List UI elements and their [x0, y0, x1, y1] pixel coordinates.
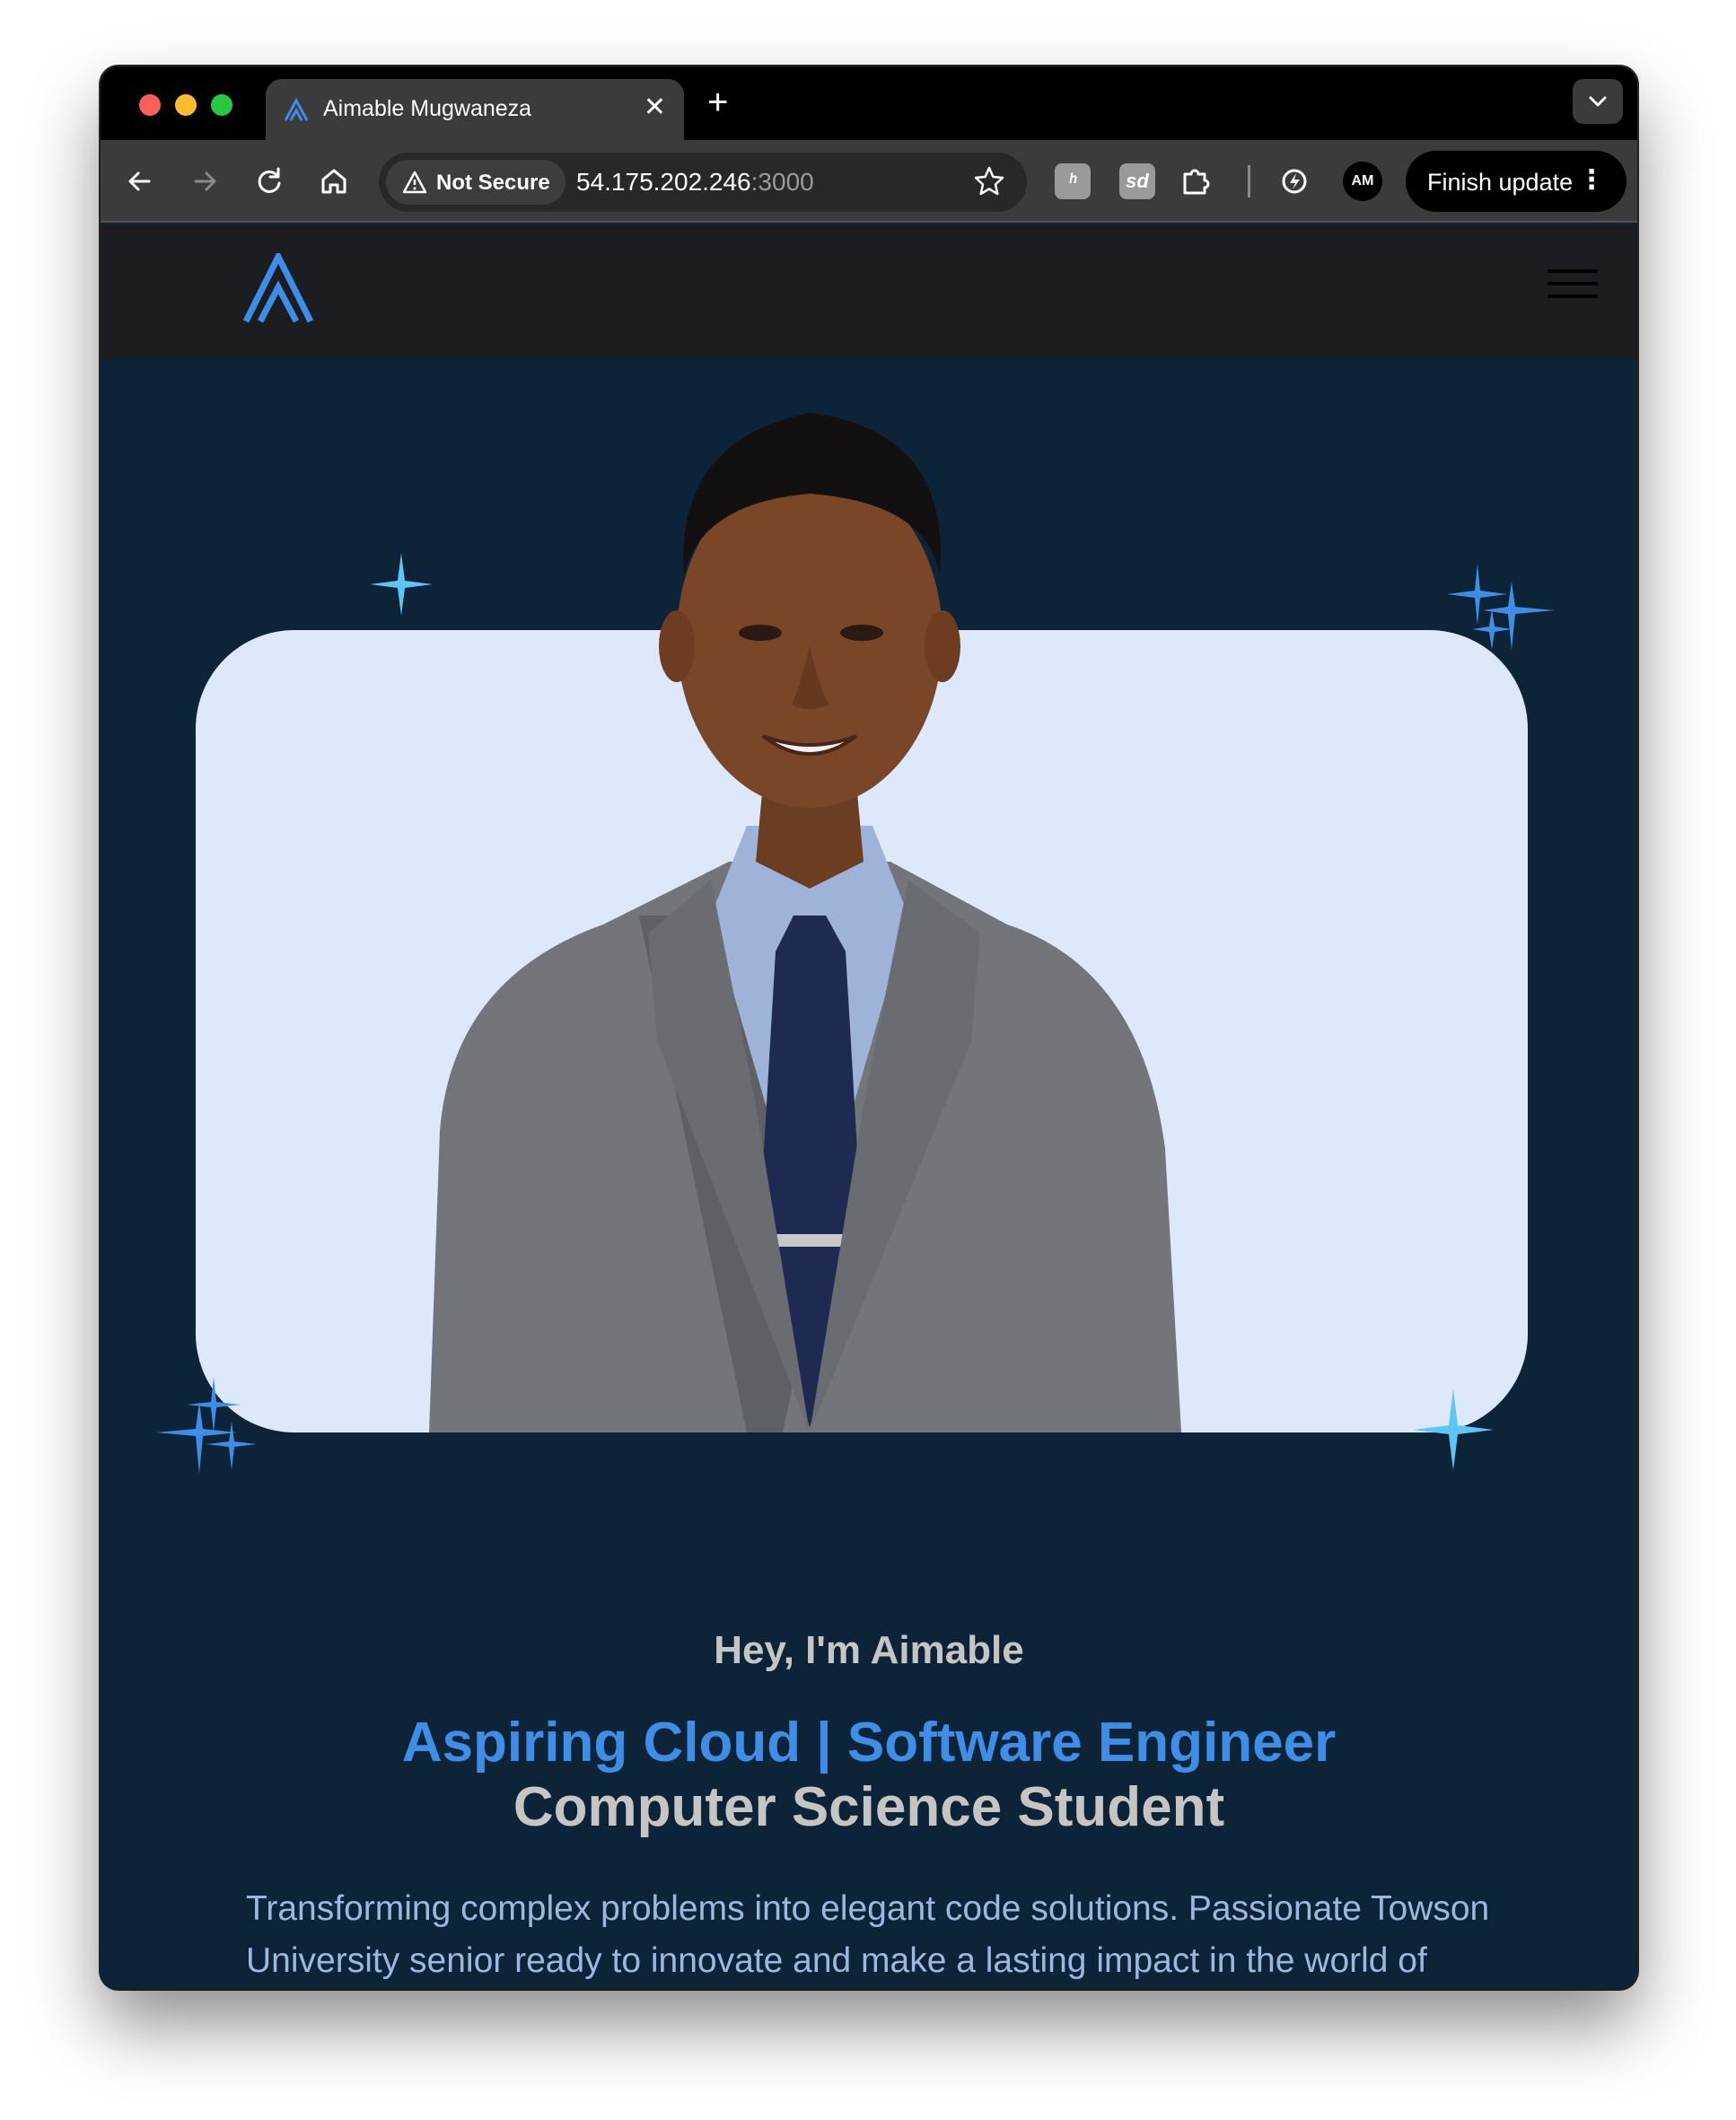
role-title: Aspiring Cloud | Software Engineer: [401, 1712, 1337, 1774]
tab-close-icon[interactable]: ✕: [644, 92, 666, 124]
close-window-button[interactable]: [139, 94, 161, 116]
home-icon[interactable]: [312, 160, 355, 203]
subrole-title: Computer Science Student: [513, 1776, 1225, 1838]
tab-active[interactable]: Aimable Mugwaneza ✕: [266, 79, 684, 140]
site-favicon-icon: [284, 97, 309, 121]
profile-photo: [429, 413, 1181, 1432]
browser-window: Aimable Mugwaneza ✕ + Not Secure 54.175.…: [101, 66, 1637, 1989]
site-navbar: [101, 224, 1637, 359]
hero-description: Transforming complex problems into elega…: [246, 1889, 1490, 1980]
hero-section: Hey, I'm Aimable Aspiring Cloud | Softwa…: [101, 359, 1637, 1989]
security-chip[interactable]: Not Secure: [386, 160, 566, 205]
sparkle-icon: [370, 553, 433, 616]
extension-2-button[interactable]: sd: [1119, 163, 1155, 199]
puzzle-icon[interactable]: [1174, 160, 1217, 203]
chevron-down-icon: [1589, 96, 1607, 107]
profile-avatar[interactable]: AM: [1343, 162, 1382, 201]
browser-toolbar: Not Secure 54.175.202.246:3000 ʰ sd AM F…: [101, 140, 1637, 223]
tab-title: Aimable Mugwaneza: [323, 96, 532, 121]
url-text[interactable]: 54.175.202.246:3000: [576, 168, 814, 197]
tab-strip: Aimable Mugwaneza ✕ +: [101, 66, 1637, 140]
hamburger-menu-icon[interactable]: [1547, 269, 1598, 302]
finish-update-button[interactable]: Finish update ⋮: [1406, 151, 1626, 212]
reload-icon[interactable]: [248, 160, 291, 203]
forward-arrow-icon[interactable]: [183, 160, 226, 203]
back-arrow-icon[interactable]: [118, 160, 162, 203]
security-label: Not Secure: [436, 171, 550, 195]
sparkle-cluster-icon: [156, 1377, 257, 1474]
url-host: 54.175.202.246: [576, 168, 751, 196]
bolt-icon[interactable]: [1273, 160, 1316, 203]
more-menu-icon[interactable]: ⋮: [1578, 163, 1605, 197]
finish-update-label: Finish update: [1427, 169, 1574, 196]
maximize-window-button[interactable]: [211, 94, 232, 116]
greeting-text: Hey, I'm Aimable: [714, 1628, 1024, 1672]
warning-icon: [402, 171, 427, 194]
extension-1-button[interactable]: ʰ: [1055, 163, 1091, 199]
tab-search-button[interactable]: [1573, 79, 1623, 124]
toolbar-separator: [1248, 165, 1250, 197]
extension-1-label: ʰ: [1068, 170, 1077, 192]
bookmark-star-icon[interactable]: [969, 162, 1009, 201]
sparkle-icon: [1413, 1389, 1494, 1470]
new-tab-button[interactable]: +: [707, 81, 728, 124]
url-port: :3000: [750, 168, 814, 196]
sparkle-cluster-icon: [1447, 564, 1555, 650]
address-bar[interactable]: Not Secure 54.175.202.246:3000: [379, 153, 1027, 212]
minimize-window-button[interactable]: [175, 94, 197, 116]
site-logo-icon[interactable]: [242, 253, 314, 325]
extension-2-label: sd: [1126, 170, 1149, 192]
